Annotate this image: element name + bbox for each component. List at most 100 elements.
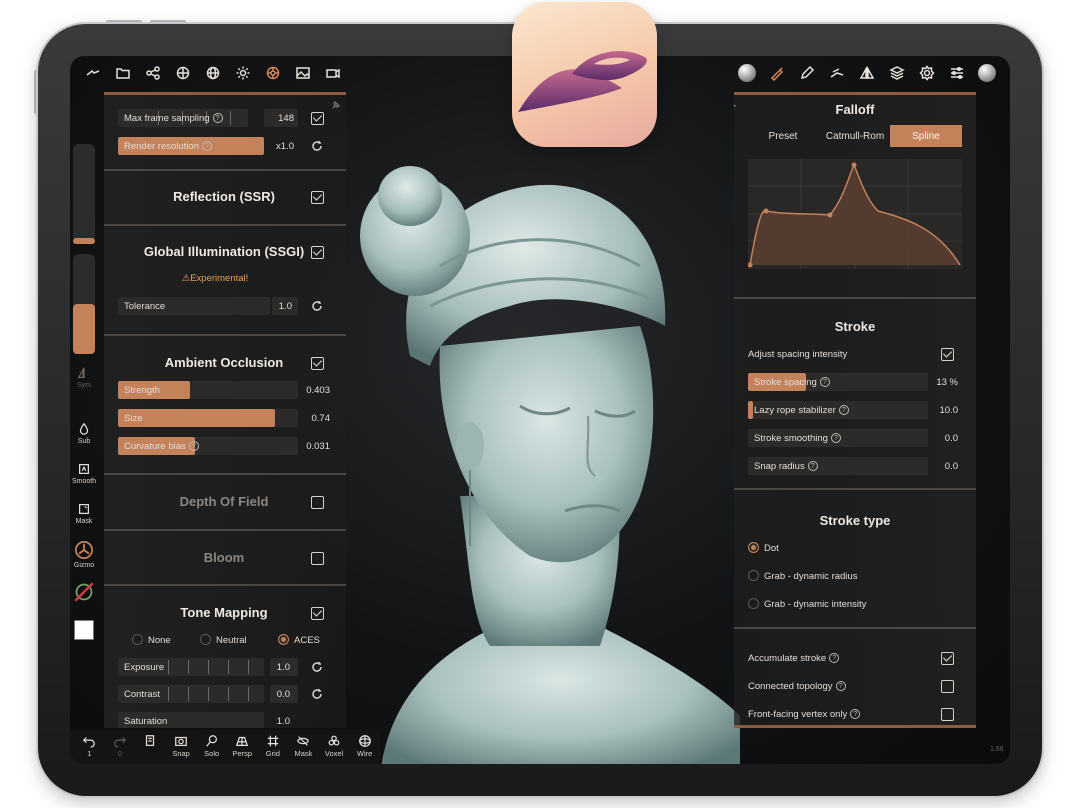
wireframe-icon [358, 735, 371, 747]
tone-neutral-label: Neutral [216, 635, 247, 646]
tone-mapping-checkbox[interactable] [311, 607, 324, 620]
undo-icon [83, 737, 96, 748]
logo-icon [518, 51, 647, 112]
mask-button[interactable]: Mask [288, 730, 319, 764]
snap-radius-label: Snap radius? [754, 461, 818, 472]
strength-label: Strength [124, 385, 160, 396]
ssgi-checkbox[interactable] [311, 246, 324, 259]
front-facing-checkbox[interactable] [941, 708, 954, 721]
help-icon[interactable]: ? [212, 113, 223, 124]
smudge-icon[interactable] [822, 58, 852, 88]
settings-icon[interactable] [912, 58, 942, 88]
help-icon[interactable]: ? [807, 461, 818, 472]
grid-icon [267, 735, 279, 747]
rail-visibility[interactable] [70, 582, 98, 604]
stroke-title: Stroke [834, 319, 876, 334]
ao-checkbox[interactable] [311, 357, 324, 370]
stroke-type-grab-radius-label: Grab - dynamic radius [764, 571, 858, 582]
adjust-spacing-checkbox[interactable] [941, 348, 954, 361]
pen-icon[interactable] [792, 58, 822, 88]
help-icon[interactable]: ? [850, 709, 861, 720]
connected-topology-checkbox[interactable] [941, 680, 954, 693]
brush-icon[interactable] [762, 58, 792, 88]
snap-button[interactable]: Snap [166, 730, 197, 764]
camera-icon[interactable] [318, 58, 348, 88]
curvature-bias-label: Curvature bias? [124, 441, 199, 452]
rail-gizmo[interactable]: Gizmo [70, 540, 98, 569]
sculpt-viewport[interactable] [320, 116, 740, 764]
folder-icon[interactable] [108, 58, 138, 88]
help-icon[interactable]: ? [819, 377, 830, 388]
stroke-type-grab-intensity-radio[interactable] [748, 598, 759, 609]
size-value: 0.74 [311, 413, 331, 424]
catmull-rom-tab[interactable]: Catmull-Rom [820, 125, 890, 147]
intensity-slider-fill[interactable] [73, 304, 95, 354]
sliders-icon[interactable] [942, 58, 972, 88]
brush-settings-panel: Falloff Preset Catmull-Rom Spline Stroke… [734, 92, 976, 728]
ssgi-title: Global Illumination (SSGI) [143, 244, 305, 259]
max-frame-checkbox[interactable] [311, 112, 324, 125]
rail-sym[interactable]: Sym [70, 366, 98, 389]
rail-mask[interactable]: Mask [70, 502, 98, 525]
falloff-curve-editor[interactable] [748, 159, 962, 269]
lighting-icon[interactable] [168, 58, 198, 88]
radius-slider-knob[interactable] [73, 238, 95, 244]
connected-topology-label: Connected topology? [748, 681, 846, 692]
saturation-label: Saturation [124, 716, 168, 727]
experimental-warning: ⚠Experimental! [181, 273, 249, 284]
lazy-rope-label: Lazy rope stabilizer? [754, 405, 849, 416]
wire-button[interactable]: Wire [349, 730, 380, 764]
accumulate-stroke-checkbox[interactable] [941, 652, 954, 665]
help-icon[interactable]: ? [202, 141, 212, 152]
sun-icon[interactable] [228, 58, 258, 88]
help-icon[interactable]: ? [829, 653, 840, 664]
voxel-button[interactable]: Voxel [319, 730, 350, 764]
render-settings-panel: Max frame sampling? 148 Render resolutio… [104, 92, 346, 728]
grid-button[interactable]: Grid [258, 730, 289, 764]
matcap-sphere-icon[interactable] [732, 58, 762, 88]
symmetry-icon[interactable] [852, 58, 882, 88]
layers-icon[interactable] [882, 58, 912, 88]
tolerance-label: Tolerance [124, 301, 166, 312]
ssr-checkbox[interactable] [311, 191, 324, 204]
render-resolution-value: x1.0 [276, 141, 294, 152]
rail-sub[interactable]: Sub [70, 422, 98, 445]
exposure-value: 1.0 [276, 662, 290, 673]
gizmo-icon [75, 541, 93, 559]
globe-icon[interactable] [198, 58, 228, 88]
share-icon[interactable] [138, 58, 168, 88]
scene-button[interactable] [135, 730, 166, 764]
color-swatch[interactable] [74, 620, 94, 640]
redo-button[interactable]: 0 [105, 730, 136, 764]
help-icon[interactable]: ? [838, 405, 849, 416]
material-icon[interactable] [258, 58, 288, 88]
mask-icon [79, 504, 89, 514]
size-label: Size [124, 413, 143, 424]
max-frame-label: Max frame sampling? [124, 113, 223, 124]
stroke-type-grab-radius-radio[interactable] [748, 570, 759, 581]
help-icon[interactable]: ? [830, 433, 841, 444]
bloom-checkbox[interactable] [311, 552, 324, 565]
solo-button[interactable]: Solo [196, 730, 227, 764]
persp-button[interactable]: Persp [227, 730, 258, 764]
mirror-icon[interactable] [78, 58, 108, 88]
undo-button[interactable]: 1 [74, 730, 105, 764]
tone-neutral-radio[interactable] [200, 634, 211, 645]
tone-aces-label: ACES [294, 635, 320, 646]
tolerance-value: 1.0 [278, 301, 292, 312]
tone-aces-radio[interactable] [278, 634, 289, 645]
ao-title: Ambient Occlusion [164, 355, 284, 370]
stroke-type-dot-radio[interactable] [748, 542, 759, 553]
spline-tab[interactable]: Spline [890, 125, 962, 147]
rail-smooth[interactable]: Smooth [70, 462, 98, 485]
help-icon[interactable]: ? [188, 441, 199, 452]
help-icon[interactable]: ? [835, 681, 846, 692]
material-sphere-icon[interactable] [972, 58, 1002, 88]
preset-tab[interactable]: Preset [760, 125, 806, 147]
tone-none-radio[interactable] [132, 634, 143, 645]
stroke-type-grab-intensity-label: Grab - dynamic intensity [764, 599, 867, 610]
image-icon[interactable] [288, 58, 318, 88]
dof-checkbox[interactable] [311, 496, 324, 509]
radius-slider[interactable] [73, 144, 95, 244]
search-icon [205, 735, 217, 747]
